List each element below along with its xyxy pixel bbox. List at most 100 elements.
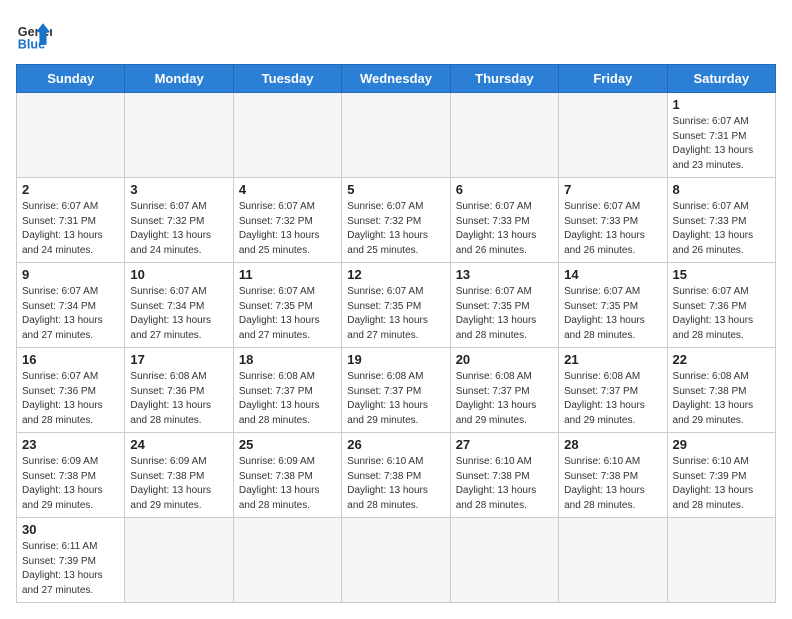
day-number: 2 (22, 182, 119, 197)
calendar-week-row: 16 Sunrise: 6:07 AM Sunset: 7:36 PM Dayli… (17, 348, 776, 433)
calendar-day-cell (125, 93, 233, 178)
calendar-day-cell: 30 Sunrise: 6:11 AM Sunset: 7:39 PM Dayli… (17, 518, 125, 603)
calendar-day-cell: 15 Sunrise: 6:07 AM Sunset: 7:36 PM Dayli… (667, 263, 775, 348)
calendar-day-cell: 17 Sunrise: 6:08 AM Sunset: 7:36 PM Dayli… (125, 348, 233, 433)
day-number: 7 (564, 182, 661, 197)
weekday-header-friday: Friday (559, 65, 667, 93)
day-number: 17 (130, 352, 227, 367)
day-number: 5 (347, 182, 444, 197)
day-number: 11 (239, 267, 336, 282)
calendar-day-cell: 13Sunrise: 6:07 AM Sunset: 7:35 PM Dayli… (450, 263, 558, 348)
day-number: 28 (564, 437, 661, 452)
calendar-day-cell: 2 Sunrise: 6:07 AM Sunset: 7:31 PM Daylig… (17, 178, 125, 263)
calendar-day-cell: 18 Sunrise: 6:08 AM Sunset: 7:37 PM Dayli… (233, 348, 341, 433)
day-info: Sunrise: 6:10 AM Sunset: 7:39 PM Dayligh… (673, 455, 770, 513)
day-info: Sunrise: 6:08 AM Sunset: 7:37 PM Dayligh… (564, 370, 661, 428)
day-info: Sunrise: 6:07 AM Sunset: 7:31 PM Dayligh… (22, 200, 119, 258)
calendar-week-row: 30 Sunrise: 6:11 AM Sunset: 7:39 PM Dayli… (17, 518, 776, 603)
calendar-day-cell: 12Sunrise: 6:07 AM Sunset: 7:35 PM Dayli… (342, 263, 450, 348)
day-info: Sunrise: 6:07 AM Sunset: 7:35 PM Dayligh… (239, 285, 336, 343)
calendar-day-cell (559, 518, 667, 603)
day-info: Sunrise: 6:07 AM Sunset: 7:36 PM Dayligh… (22, 370, 119, 428)
calendar-day-cell (559, 93, 667, 178)
weekday-header-tuesday: Tuesday (233, 65, 341, 93)
day-info: Sunrise: 6:11 AM Sunset: 7:39 PM Dayligh… (22, 540, 119, 598)
page-header: General Blue (16, 16, 776, 52)
calendar-day-cell: 20Sunrise: 6:08 AM Sunset: 7:37 PM Dayli… (450, 348, 558, 433)
calendar-day-cell: 21 Sunrise: 6:08 AM Sunset: 7:37 PM Dayli… (559, 348, 667, 433)
calendar-day-cell: 4 Sunrise: 6:07 AM Sunset: 7:32 PM Daylig… (233, 178, 341, 263)
calendar-day-cell: 14 Sunrise: 6:07 AM Sunset: 7:35 PM Dayli… (559, 263, 667, 348)
day-info: Sunrise: 6:07 AM Sunset: 7:33 PM Dayligh… (673, 200, 770, 258)
day-info: Sunrise: 6:08 AM Sunset: 7:37 PM Dayligh… (347, 370, 444, 428)
day-info: Sunrise: 6:07 AM Sunset: 7:31 PM Dayligh… (673, 115, 770, 173)
calendar-day-cell: 28 Sunrise: 6:10 AM Sunset: 7:38 PM Dayli… (559, 433, 667, 518)
day-number: 4 (239, 182, 336, 197)
day-number: 14 (564, 267, 661, 282)
weekday-header-sunday: Sunday (17, 65, 125, 93)
weekday-header-thursday: Thursday (450, 65, 558, 93)
day-info: Sunrise: 6:07 AM Sunset: 7:36 PM Dayligh… (673, 285, 770, 343)
calendar-day-cell: 16 Sunrise: 6:07 AM Sunset: 7:36 PM Dayli… (17, 348, 125, 433)
day-number: 15 (673, 267, 770, 282)
day-info: Sunrise: 6:08 AM Sunset: 7:37 PM Dayligh… (239, 370, 336, 428)
day-number: 30 (22, 522, 119, 537)
calendar-day-cell: 19 Sunrise: 6:08 AM Sunset: 7:37 PM Dayli… (342, 348, 450, 433)
day-number: 23 (22, 437, 119, 452)
calendar-day-cell: 24Sunrise: 6:09 AM Sunset: 7:38 PM Dayli… (125, 433, 233, 518)
day-number: 21 (564, 352, 661, 367)
logo: General Blue (16, 16, 58, 52)
day-info: Sunrise: 6:10 AM Sunset: 7:38 PM Dayligh… (564, 455, 661, 513)
day-info: Sunrise: 6:07 AM Sunset: 7:35 PM Dayligh… (456, 285, 553, 343)
day-number: 20 (456, 352, 553, 367)
calendar-week-row: 1 Sunrise: 6:07 AM Sunset: 7:31 PM Daylig… (17, 93, 776, 178)
calendar-table: SundayMondayTuesdayWednesdayThursdayFrid… (16, 64, 776, 603)
calendar-week-row: 23 Sunrise: 6:09 AM Sunset: 7:38 PM Dayli… (17, 433, 776, 518)
day-number: 16 (22, 352, 119, 367)
day-info: Sunrise: 6:09 AM Sunset: 7:38 PM Dayligh… (239, 455, 336, 513)
day-number: 9 (22, 267, 119, 282)
calendar-day-cell: 10 Sunrise: 6:07 AM Sunset: 7:34 PM Dayli… (125, 263, 233, 348)
day-number: 26 (347, 437, 444, 452)
day-number: 1 (673, 97, 770, 112)
weekday-header-saturday: Saturday (667, 65, 775, 93)
day-info: Sunrise: 6:07 AM Sunset: 7:35 PM Dayligh… (564, 285, 661, 343)
day-number: 19 (347, 352, 444, 367)
weekday-header-row: SundayMondayTuesdayWednesdayThursdayFrid… (17, 65, 776, 93)
calendar-day-cell: 27Sunrise: 6:10 AM Sunset: 7:38 PM Dayli… (450, 433, 558, 518)
calendar-day-cell: 6Sunrise: 6:07 AM Sunset: 7:33 PM Daylig… (450, 178, 558, 263)
day-info: Sunrise: 6:09 AM Sunset: 7:38 PM Dayligh… (22, 455, 119, 513)
day-number: 25 (239, 437, 336, 452)
day-number: 10 (130, 267, 227, 282)
day-info: Sunrise: 6:07 AM Sunset: 7:33 PM Dayligh… (564, 200, 661, 258)
calendar-day-cell (125, 518, 233, 603)
day-info: Sunrise: 6:09 AM Sunset: 7:38 PM Dayligh… (130, 455, 227, 513)
calendar-day-cell: 8 Sunrise: 6:07 AM Sunset: 7:33 PM Daylig… (667, 178, 775, 263)
calendar-day-cell: 9 Sunrise: 6:07 AM Sunset: 7:34 PM Daylig… (17, 263, 125, 348)
calendar-day-cell: 3 Sunrise: 6:07 AM Sunset: 7:32 PM Daylig… (125, 178, 233, 263)
calendar-day-cell (450, 518, 558, 603)
day-info: Sunrise: 6:07 AM Sunset: 7:32 PM Dayligh… (239, 200, 336, 258)
day-info: Sunrise: 6:10 AM Sunset: 7:38 PM Dayligh… (347, 455, 444, 513)
day-number: 3 (130, 182, 227, 197)
day-info: Sunrise: 6:07 AM Sunset: 7:34 PM Dayligh… (130, 285, 227, 343)
calendar-day-cell (342, 93, 450, 178)
calendar-day-cell (233, 518, 341, 603)
weekday-header-wednesday: Wednesday (342, 65, 450, 93)
day-info: Sunrise: 6:07 AM Sunset: 7:35 PM Dayligh… (347, 285, 444, 343)
day-number: 8 (673, 182, 770, 197)
calendar-day-cell: 26 Sunrise: 6:10 AM Sunset: 7:38 PM Dayli… (342, 433, 450, 518)
day-info: Sunrise: 6:07 AM Sunset: 7:32 PM Dayligh… (130, 200, 227, 258)
day-number: 29 (673, 437, 770, 452)
day-info: Sunrise: 6:07 AM Sunset: 7:33 PM Dayligh… (456, 200, 553, 258)
calendar-day-cell (342, 518, 450, 603)
calendar-day-cell (667, 518, 775, 603)
day-info: Sunrise: 6:08 AM Sunset: 7:38 PM Dayligh… (673, 370, 770, 428)
day-info: Sunrise: 6:08 AM Sunset: 7:36 PM Dayligh… (130, 370, 227, 428)
calendar-day-cell: 5Sunrise: 6:07 AM Sunset: 7:32 PM Daylig… (342, 178, 450, 263)
day-number: 22 (673, 352, 770, 367)
day-info: Sunrise: 6:10 AM Sunset: 7:38 PM Dayligh… (456, 455, 553, 513)
day-number: 18 (239, 352, 336, 367)
calendar-day-cell: 25 Sunrise: 6:09 AM Sunset: 7:38 PM Dayli… (233, 433, 341, 518)
day-info: Sunrise: 6:07 AM Sunset: 7:34 PM Dayligh… (22, 285, 119, 343)
